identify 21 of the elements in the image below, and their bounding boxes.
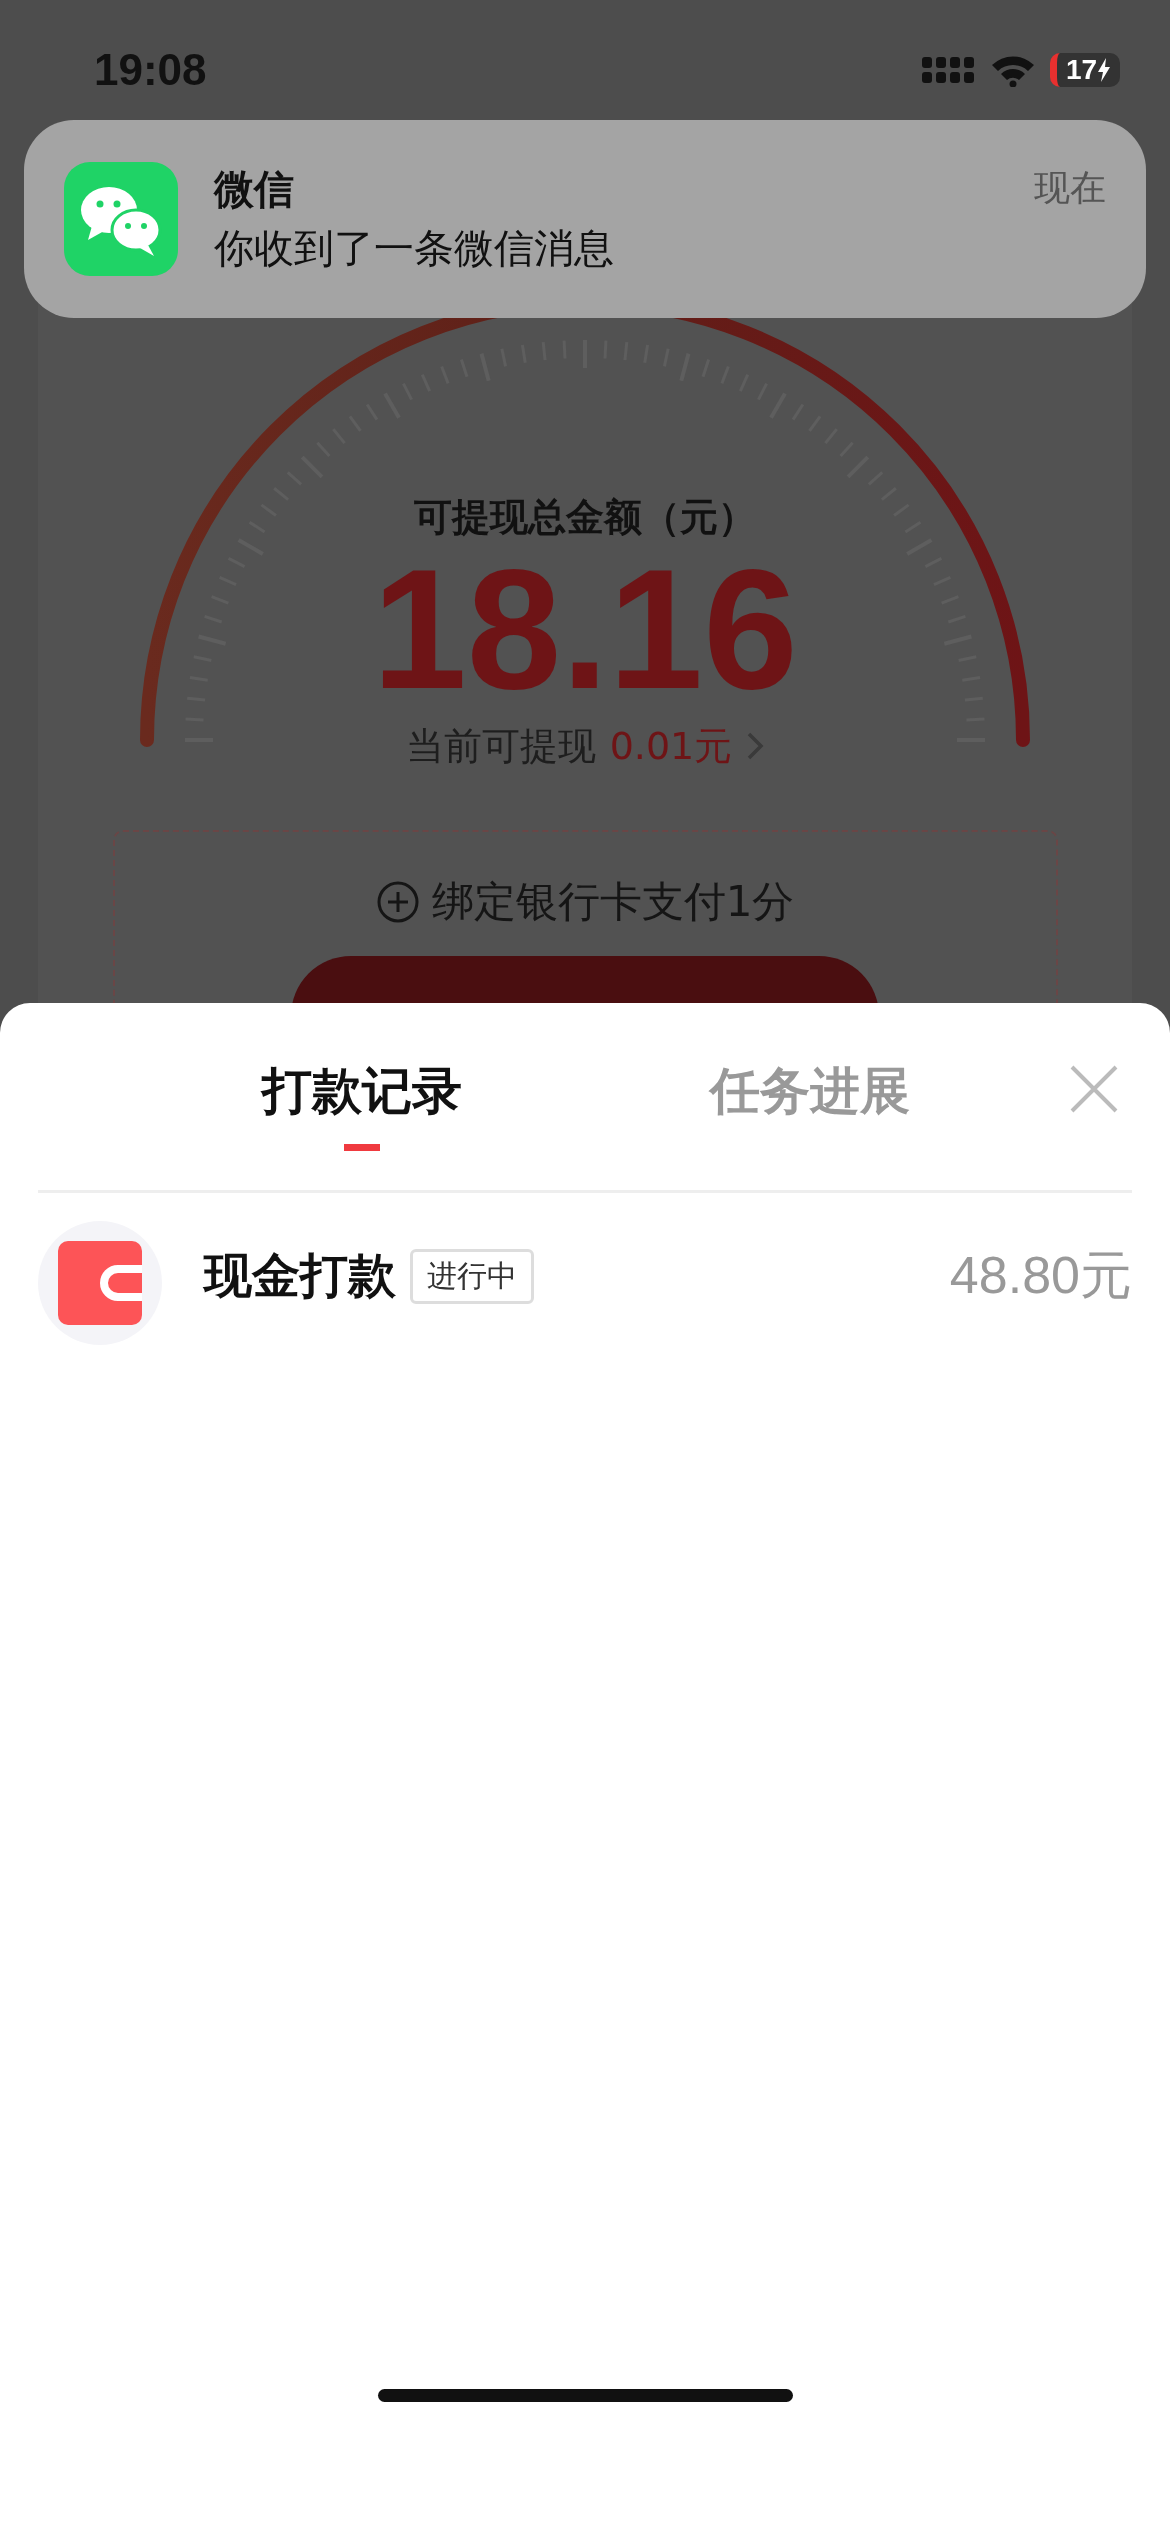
record-title: 现金打款 <box>204 1246 396 1305</box>
chevron-right-icon[interactable] <box>746 731 765 761</box>
notification-message: 你收到了一条微信消息 <box>214 224 615 273</box>
tab-indicator <box>344 1144 380 1151</box>
chat-bubbles-icon <box>64 162 178 276</box>
plus-circle-icon[interactable] <box>375 880 420 924</box>
notification-banner[interactable]: 微信 你收到了一条微信消息 现在 <box>24 120 1146 318</box>
total-amount: 18.16 <box>372 549 798 711</box>
status-time: 19:08 <box>94 45 207 95</box>
tab[interactable]: 任务进展 <box>586 1038 1034 1155</box>
current-withdraw-amount[interactable]: 0.01元 <box>609 720 733 772</box>
bind-card-link[interactable]: 绑定银行卡支付1分 <box>431 874 795 930</box>
notification-time: 现在 <box>1034 166 1106 210</box>
total-amount-label: 可提现总金额（元） <box>414 494 756 541</box>
status-tag: 进行中 <box>410 1248 534 1304</box>
wifi-icon <box>990 53 1036 87</box>
notification-app-name: 微信 <box>214 165 295 214</box>
tab[interactable]: 打款记录 <box>138 1038 586 1155</box>
battery-icon: 17 <box>1050 53 1120 87</box>
record-amount: 48.80元 <box>949 1245 1132 1306</box>
close-button[interactable] <box>1068 1063 1120 1115</box>
